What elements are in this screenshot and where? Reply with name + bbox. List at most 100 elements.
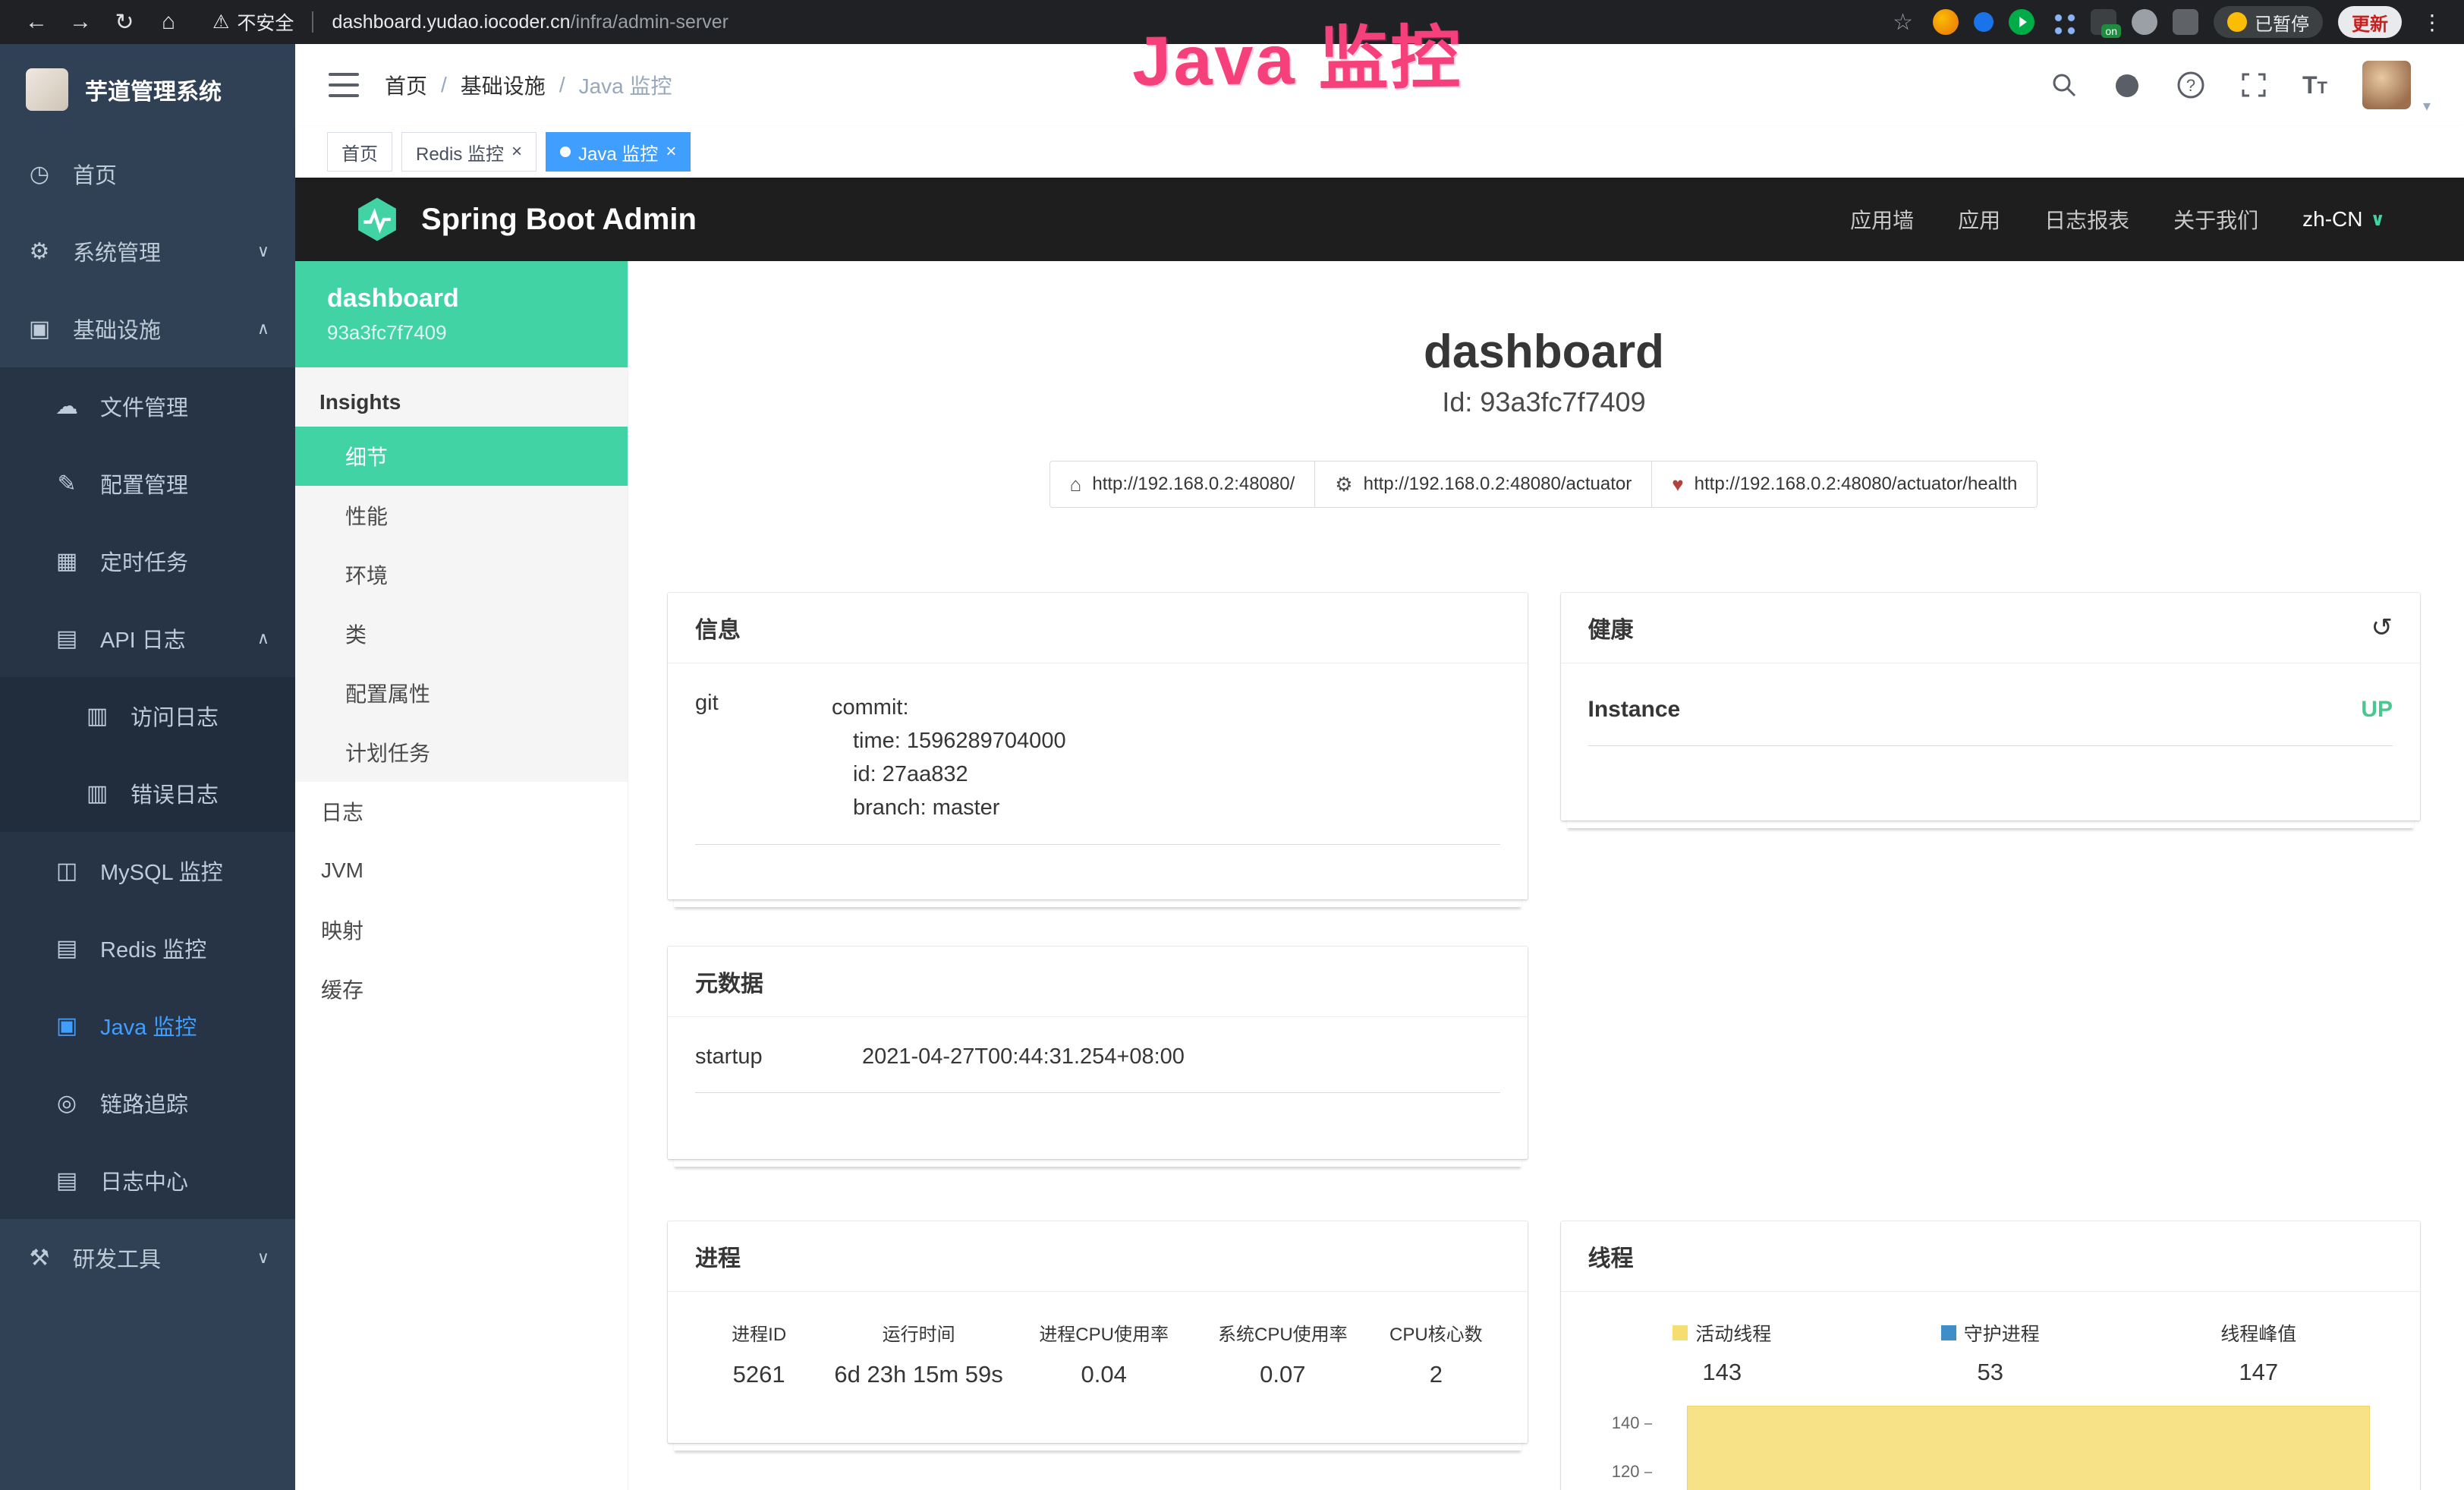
- column-header: 运行时间: [823, 1319, 1015, 1346]
- health-instance-label: Instance: [1588, 697, 1681, 723]
- sba-menu-mappings[interactable]: 映射: [295, 900, 628, 959]
- column-header: 进程ID: [695, 1319, 823, 1346]
- breadcrumb-home[interactable]: 首页: [385, 70, 427, 100]
- sba-menu-classes[interactable]: 类: [295, 604, 628, 663]
- info-card: 信息 git commit: time: 1596289704000 id: 2…: [668, 593, 1528, 899]
- eye-icon: ◎: [53, 1090, 80, 1117]
- sba-brand[interactable]: Spring Boot Admin: [353, 195, 697, 244]
- sidebar-item-scheduled-tasks[interactable]: ▦ 定时任务: [0, 522, 295, 600]
- breadcrumb-infrastructure[interactable]: 基础设施: [461, 70, 546, 100]
- sba-menu-jvm[interactable]: JVM: [295, 841, 628, 900]
- tab-redis-monitor[interactable]: Redis 监控 ×: [401, 132, 537, 172]
- spring-boot-admin: Spring Boot Admin 应用墙 应用 日志报表 关于我们 zh-CN…: [295, 178, 2464, 1490]
- breadcrumb-separator: /: [441, 73, 447, 97]
- sba-menu-environment[interactable]: 环境: [295, 545, 628, 604]
- legend-active-threads: 活动线程 143: [1588, 1319, 1857, 1386]
- sba-sidebar: dashboard 93a3fc7f7409 Insights 细节 性能 环境…: [295, 261, 628, 1490]
- extension-icon[interactable]: [1974, 12, 1994, 32]
- cpu-cores: 2: [1372, 1361, 1499, 1388]
- home-button[interactable]: ⌂: [149, 5, 188, 39]
- sidebar-item-dev-tools[interactable]: ⚒ 研发工具 ∨: [0, 1219, 295, 1296]
- back-button[interactable]: ←: [17, 5, 56, 39]
- service-url-button[interactable]: ⌂ http://192.168.0.2:48080/: [1049, 461, 1316, 508]
- document-icon: ▤: [53, 625, 80, 652]
- github-icon[interactable]: [2113, 71, 2141, 99]
- sba-menu-scheduled-tasks[interactable]: 计划任务: [295, 723, 628, 782]
- sidebar-item-redis-monitor[interactable]: ▤ Redis 监控: [0, 909, 295, 987]
- font-size-icon[interactable]: TT: [2302, 71, 2327, 99]
- instance-header[interactable]: dashboard 93a3fc7f7409: [295, 261, 628, 367]
- toolbar-divider: [312, 11, 313, 33]
- tags-view-bar: 首页 Redis 监控 × Java 监控 ×: [295, 126, 2464, 178]
- reload-button[interactable]: ↻: [105, 5, 144, 39]
- avatar-caret-icon: ▾: [2423, 96, 2431, 115]
- sidebar-item-error-logs[interactable]: ▥ 错误日志: [0, 754, 295, 832]
- sidebar-item-java-monitor[interactable]: ▣ Java 监控: [0, 987, 295, 1064]
- sba-nav-applications[interactable]: 应用: [1958, 204, 2000, 235]
- health-url-button[interactable]: ♥ http://192.168.0.2:48080/actuator/heal…: [1651, 461, 2038, 508]
- close-icon[interactable]: ×: [666, 143, 676, 161]
- search-icon[interactable]: [2050, 71, 2078, 99]
- security-chip[interactable]: ⚠ 不安全: [212, 8, 294, 36]
- close-icon[interactable]: ×: [511, 143, 522, 161]
- sidebar-item-system-management[interactable]: ⚙ 系统管理 ∨: [0, 213, 295, 290]
- layers-icon: ▤: [53, 935, 80, 962]
- app-logo[interactable]: 芋道管理系统: [0, 44, 295, 135]
- sba-menu-metrics[interactable]: 性能: [295, 486, 628, 545]
- extension-icon[interactable]: [2009, 9, 2034, 35]
- sidebar-item-trace[interactable]: ◎ 链路追踪: [0, 1064, 295, 1142]
- sidebar-item-file-management[interactable]: ☁ 文件管理: [0, 367, 295, 445]
- actuator-url-button[interactable]: ⚙ http://192.168.0.2:48080/actuator: [1314, 461, 1652, 508]
- language-selector[interactable]: zh-CN ∨: [2302, 207, 2385, 232]
- sba-menu-config-props[interactable]: 配置属性: [295, 663, 628, 723]
- hamburger-icon[interactable]: [329, 73, 359, 97]
- sba-nav-journal[interactable]: 日志报表: [2044, 204, 2129, 235]
- toolbar-right-cluster: ☆ on 已暂停 更新 ⋮: [1893, 6, 2447, 38]
- sidebar-item-config-management[interactable]: ✎ 配置管理: [0, 445, 295, 522]
- forward-button[interactable]: →: [61, 5, 100, 39]
- sidebar-item-home[interactable]: ◷ 首页: [0, 135, 295, 213]
- sba-menu-caches[interactable]: 缓存: [295, 959, 628, 1019]
- legend-swatch-yellow: [1673, 1325, 1688, 1340]
- sba-nav-about[interactable]: 关于我们: [2173, 204, 2258, 235]
- health-status-badge: UP: [2361, 697, 2393, 723]
- chrome-update-button[interactable]: 更新: [2338, 6, 2402, 38]
- sidebar-item-api-logs[interactable]: ▤ API 日志 ∧: [0, 600, 295, 677]
- threads-card: 线程 活动线程 143 守护进程 53: [1561, 1221, 2421, 1490]
- sidebar-item-log-center[interactable]: ▤ 日志中心: [0, 1142, 295, 1219]
- sba-nav-wallboard[interactable]: 应用墙: [1850, 204, 1914, 235]
- extension-icon[interactable]: [1933, 9, 1959, 35]
- metadata-key: startup: [695, 1044, 862, 1069]
- sidebar-item-infrastructure[interactable]: ▣ 基础设施 ∧: [0, 290, 295, 367]
- bookmark-star-icon[interactable]: ☆: [1893, 9, 1913, 36]
- document-icon: ▤: [53, 1167, 80, 1194]
- tab-home[interactable]: 首页: [327, 132, 392, 172]
- sidebar-item-access-logs[interactable]: ▥ 访问日志: [0, 677, 295, 754]
- database-icon: ◫: [53, 858, 80, 884]
- spring-boot-logo-icon: [353, 195, 401, 244]
- extension-grid-icon[interactable]: [2050, 9, 2075, 35]
- sba-menu-logs[interactable]: 日志: [295, 782, 628, 841]
- extension-icon[interactable]: [2132, 9, 2157, 35]
- history-icon[interactable]: ↺: [2371, 613, 2393, 643]
- app-sidebar: 芋道管理系统 ◷ 首页 ⚙ 系统管理 ∨ ▣ 基础设施 ∧ ☁ 文件管理 ✎ 配…: [0, 44, 295, 1490]
- sidebar-item-mysql-monitor[interactable]: ◫ MySQL 监控: [0, 832, 295, 909]
- tab-java-monitor[interactable]: Java 监控 ×: [546, 132, 691, 172]
- address-bar[interactable]: dashboard.yudao.iocoder.cn/infra/admin-s…: [332, 11, 729, 33]
- info-key: git: [695, 691, 832, 824]
- process-card: 进程 进程ID 运行时间 进程CPU使用率 系统CPU使用率 CPU核心数 52…: [668, 1221, 1528, 1443]
- help-icon[interactable]: ?: [2176, 71, 2205, 99]
- extension-icon[interactable]: on: [2091, 9, 2116, 35]
- gear-icon: ⚙: [26, 238, 53, 265]
- profile-paused-chip[interactable]: 已暂停: [2214, 6, 2323, 38]
- health-row[interactable]: Instance UP: [1588, 691, 2393, 746]
- card-title: 信息: [695, 611, 741, 644]
- extensions-puzzle-icon[interactable]: [2173, 9, 2198, 35]
- fullscreen-icon[interactable]: [2240, 71, 2267, 99]
- breadcrumb: 首页 / 基础设施 / Java 监控: [385, 70, 672, 100]
- chrome-menu-icon[interactable]: ⋮: [2417, 10, 2447, 35]
- chevron-down-icon: ∨: [257, 241, 269, 261]
- user-avatar[interactable]: [2362, 61, 2411, 109]
- sba-menu-details[interactable]: 细节: [295, 427, 628, 486]
- active-tab-dot: [560, 146, 571, 157]
